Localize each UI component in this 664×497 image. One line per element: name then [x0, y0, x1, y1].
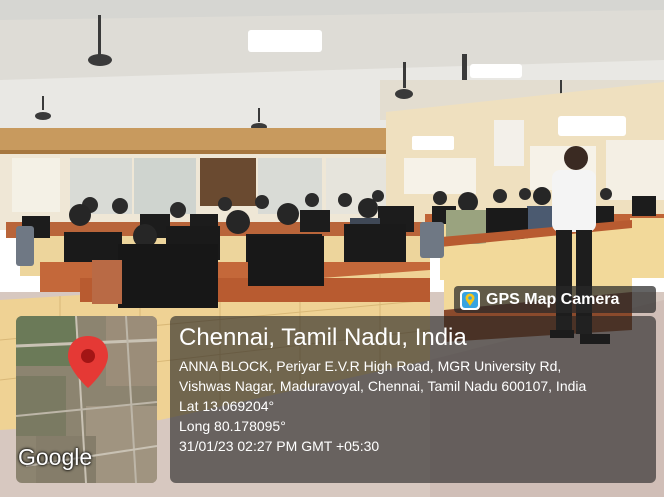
address-line-2: Vishwas Nagar, Maduravoyal, Chennai, Tam…: [179, 378, 587, 394]
longitude: Long 80.178095°: [179, 418, 286, 434]
front-monitor-2: [248, 236, 324, 286]
geotagged-photo: GPS Map Camera Google Chennai, Tamil Nad…: [0, 0, 664, 497]
location-info-panel: Chennai, Tamil Nadu, India ANNA BLOCK, P…: [170, 316, 656, 483]
google-logo: Google: [18, 444, 93, 470]
ceiling-light-2: [470, 64, 522, 78]
address-line-1: ANNA BLOCK, Periyar E.V.R High Road, MGR…: [179, 358, 562, 374]
front-monitor-1: [118, 244, 218, 308]
timestamp: 31/01/23 02:27 PM GMT +05:30: [179, 438, 380, 454]
ac-unit-2: [558, 116, 626, 136]
gps-map-camera-badge: GPS Map Camera: [454, 286, 656, 313]
badge-label: GPS Map Camera: [486, 290, 620, 308]
location-title: Chennai, Tamil Nadu, India: [179, 324, 467, 351]
ac-unit-1: [412, 136, 454, 150]
latitude: Lat 13.069204°: [179, 398, 275, 414]
map-pin-app-icon: [460, 289, 480, 310]
ceiling-light-1: [248, 30, 322, 52]
